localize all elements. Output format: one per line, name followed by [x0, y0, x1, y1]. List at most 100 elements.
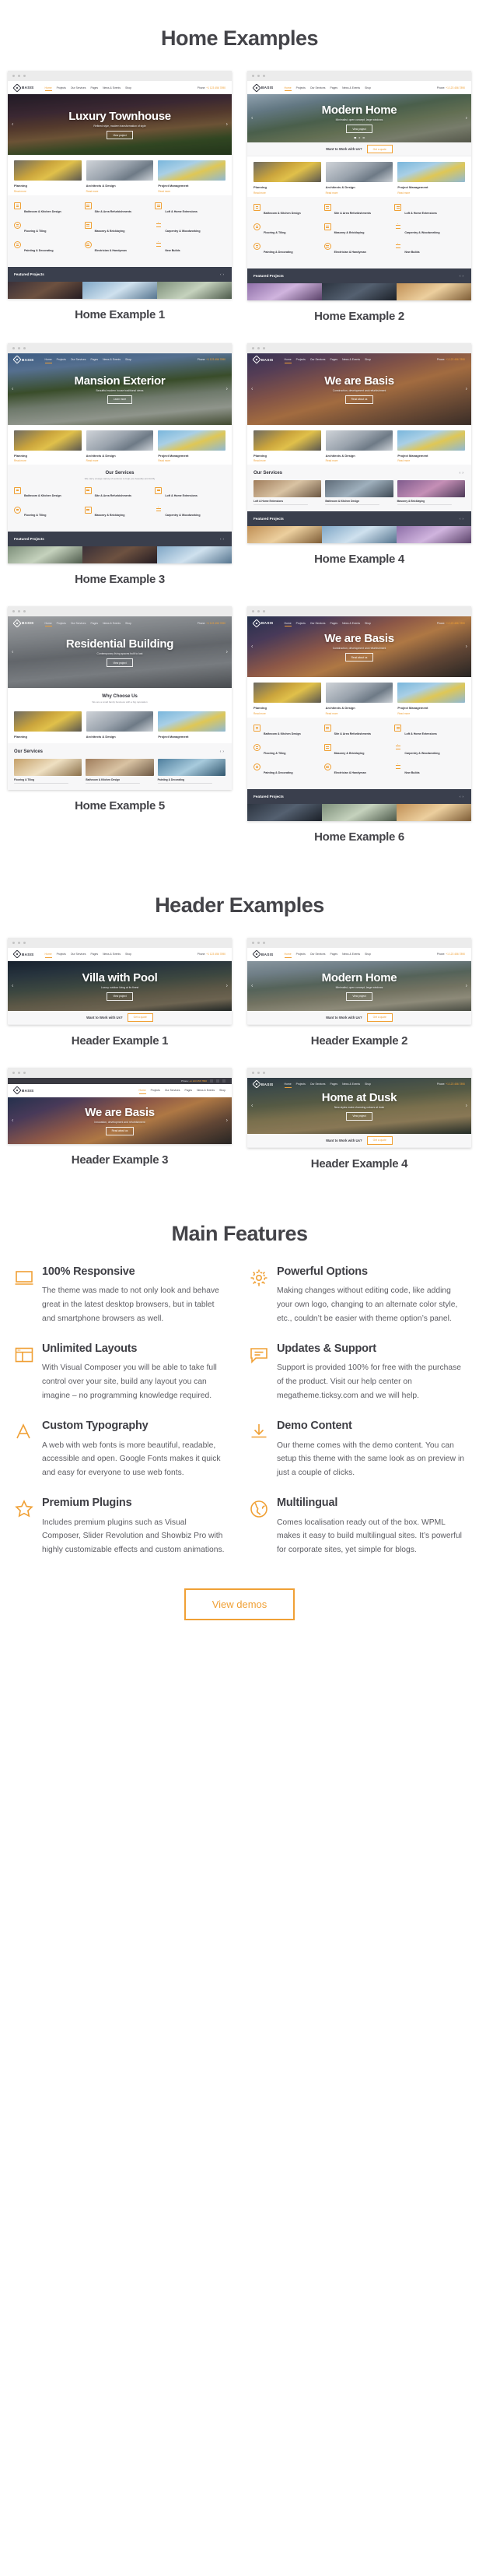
- hero-prev-arrow-icon[interactable]: ‹: [251, 644, 253, 650]
- nav-item-shop[interactable]: Shop: [365, 358, 371, 361]
- feature-item[interactable]: Loft & Home Extensions: [155, 486, 226, 500]
- featured-projects-nav[interactable]: ‹›: [220, 537, 226, 541]
- get-a-quote-button[interactable]: Get a quote: [127, 1013, 153, 1022]
- nav-item-projects[interactable]: Projects: [296, 1083, 306, 1086]
- site-logo[interactable]: BASIS: [12, 355, 34, 364]
- home-example-cell-2[interactable]: BASIS Home Projects Our Services Pages N…: [247, 71, 471, 340]
- nav-item-news-events[interactable]: News & Events: [103, 953, 121, 956]
- site-logo[interactable]: BASIS: [12, 949, 34, 959]
- get-a-quote-button[interactable]: Get a quote: [366, 1013, 393, 1022]
- feature-item[interactable]: Bathroom & Kitchen Design: [14, 202, 85, 216]
- hero-next-arrow-icon[interactable]: ›: [226, 983, 228, 988]
- site-logo[interactable]: BASIS: [252, 355, 274, 364]
- nav-item-news-events[interactable]: News & Events: [103, 622, 121, 625]
- feature-item[interactable]: New Builds: [394, 243, 465, 257]
- feature-item[interactable]: Masonry & Bricklaying: [323, 744, 395, 758]
- nav-item-projects[interactable]: Projects: [57, 953, 66, 956]
- hero-cta-button[interactable]: Read about us: [344, 395, 374, 404]
- service-read-more-link[interactable]: Read more: [397, 712, 465, 715]
- service-tile[interactable]: Painting & Decorating: [157, 758, 226, 784]
- nav-item-projects[interactable]: Projects: [57, 622, 66, 625]
- hero-prev-arrow-icon[interactable]: ‹: [12, 983, 13, 988]
- nav-item-home[interactable]: Home: [284, 1083, 292, 1088]
- our-services-nav[interactable]: ‹›: [220, 749, 226, 754]
- service-tile[interactable]: Bathroom & Kitchen Design: [86, 758, 154, 784]
- service-card-project-management[interactable]: Project Management Read more: [397, 162, 466, 195]
- feature-item[interactable]: Masonry & Bricklaying: [84, 222, 156, 236]
- feature-item[interactable]: Site & Area Refurbishments: [84, 486, 156, 500]
- feature-item[interactable]: Flooring & Tiling: [253, 223, 324, 237]
- phone-number[interactable]: +1 123 456 7890: [446, 86, 465, 89]
- site-logo[interactable]: BASIS: [12, 618, 34, 628]
- nav-item-pages[interactable]: Pages: [184, 1089, 192, 1092]
- hero-cta-button[interactable]: Read about us: [105, 1126, 135, 1135]
- feature-item[interactable]: Site & Area Refurbishments: [84, 202, 156, 216]
- featured-thumb[interactable]: [322, 526, 397, 544]
- nav-item-home[interactable]: Home: [44, 622, 52, 626]
- feature-item[interactable]: Loft & Home Extensions: [394, 204, 465, 218]
- service-card-planning[interactable]: Planning Read more: [253, 683, 321, 715]
- hero-prev-arrow-icon[interactable]: ‹: [251, 1103, 253, 1108]
- get-a-quote-button[interactable]: Get a quote: [366, 1135, 393, 1145]
- featured-next-icon[interactable]: ›: [222, 537, 226, 541]
- nav-item-shop[interactable]: Shop: [125, 86, 131, 89]
- featured-thumb[interactable]: [82, 281, 157, 299]
- hero-prev-arrow-icon[interactable]: ‹: [251, 116, 253, 121]
- featured-thumb[interactable]: [247, 283, 322, 300]
- service-read-more-link[interactable]: Read more: [86, 459, 154, 462]
- feature-item[interactable]: Carpentry & Woodworking: [394, 223, 465, 237]
- hero-slider[interactable]: ‹ › Villa with Pool Luxury outdoor livin…: [8, 960, 232, 1011]
- feature-item[interactable]: Painting & Decorating: [253, 243, 324, 257]
- feature-item[interactable]: Bathroom & Kitchen Design: [253, 204, 324, 218]
- hero-cta-button[interactable]: View project: [346, 991, 372, 1001]
- nav-item-projects[interactable]: Projects: [296, 622, 306, 625]
- site-logo[interactable]: BASIS: [252, 949, 274, 959]
- hero-next-arrow-icon[interactable]: ›: [466, 644, 467, 650]
- nav-item-projects[interactable]: Projects: [57, 86, 66, 89]
- nav-item-projects[interactable]: Projects: [296, 358, 306, 361]
- featured-thumb[interactable]: [247, 803, 322, 821]
- nav-item-pages[interactable]: Pages: [90, 86, 98, 89]
- phone-number[interactable]: +1 123 456 7890: [206, 358, 226, 361]
- hero-cta-button[interactable]: View project: [107, 131, 133, 139]
- featured-thumb[interactable]: [322, 803, 397, 821]
- service-tile[interactable]: Bathroom & Kitchen Design: [325, 480, 393, 506]
- phone-number[interactable]: +1 123 456 7890: [189, 1079, 207, 1083]
- hero-cta-button[interactable]: Read about us: [344, 653, 374, 662]
- service-tile[interactable]: Loft & Home Extensions: [253, 480, 322, 506]
- featured-thumb[interactable]: [82, 546, 157, 563]
- hero-cta-button[interactable]: View project: [346, 125, 372, 133]
- feature-item[interactable]: Loft & Home Extensions: [394, 725, 465, 739]
- hero-prev-arrow-icon[interactable]: ‹: [251, 386, 253, 391]
- hero-next-arrow-icon[interactable]: ›: [226, 386, 228, 391]
- service-card-architects[interactable]: Architects & Design Read more: [86, 160, 154, 193]
- hero-slider-dots[interactable]: [354, 136, 365, 139]
- service-tile[interactable]: Flooring & Tiling: [14, 758, 82, 784]
- facebook-icon[interactable]: [210, 1079, 213, 1083]
- nav-item-news-events[interactable]: News & Events: [103, 358, 121, 361]
- service-card-project-management[interactable]: Project Management: [158, 711, 226, 741]
- nav-item-shop[interactable]: Shop: [125, 622, 131, 625]
- hero-next-arrow-icon[interactable]: ›: [466, 983, 467, 988]
- service-read-more-link[interactable]: Read more: [14, 459, 82, 462]
- nav-item-our-services[interactable]: Our Services: [165, 1089, 180, 1092]
- hero-cta-button[interactable]: View project: [346, 1111, 372, 1121]
- nav-item-pages[interactable]: Pages: [330, 622, 337, 625]
- service-read-more-link[interactable]: Read more: [397, 191, 465, 195]
- service-read-more-link[interactable]: Read more: [86, 190, 154, 193]
- service-read-more-link[interactable]: Read more: [326, 712, 393, 715]
- nav-item-news-events[interactable]: News & Events: [342, 1083, 360, 1086]
- feature-item[interactable]: New Builds: [155, 241, 226, 255]
- feature-item[interactable]: Carpentry & Woodworking: [155, 222, 226, 236]
- featured-projects-nav[interactable]: ‹›: [460, 274, 465, 278]
- feature-item[interactable]: Painting & Decorating: [253, 763, 324, 777]
- twitter-icon[interactable]: [216, 1079, 219, 1083]
- hero-slider[interactable]: ‹ › Luxury Townhouse Refined style, mode…: [8, 94, 232, 155]
- service-card-architects[interactable]: Architects & Design: [86, 711, 154, 741]
- service-card-planning[interactable]: Planning Read more: [14, 160, 82, 193]
- feature-item[interactable]: Electrician & Handyman: [84, 241, 156, 255]
- service-tile[interactable]: Masonry & Bricklaying: [397, 480, 465, 506]
- featured-thumb[interactable]: [8, 546, 82, 563]
- featured-thumb[interactable]: [397, 526, 471, 544]
- site-logo[interactable]: BASIS: [252, 1079, 274, 1089]
